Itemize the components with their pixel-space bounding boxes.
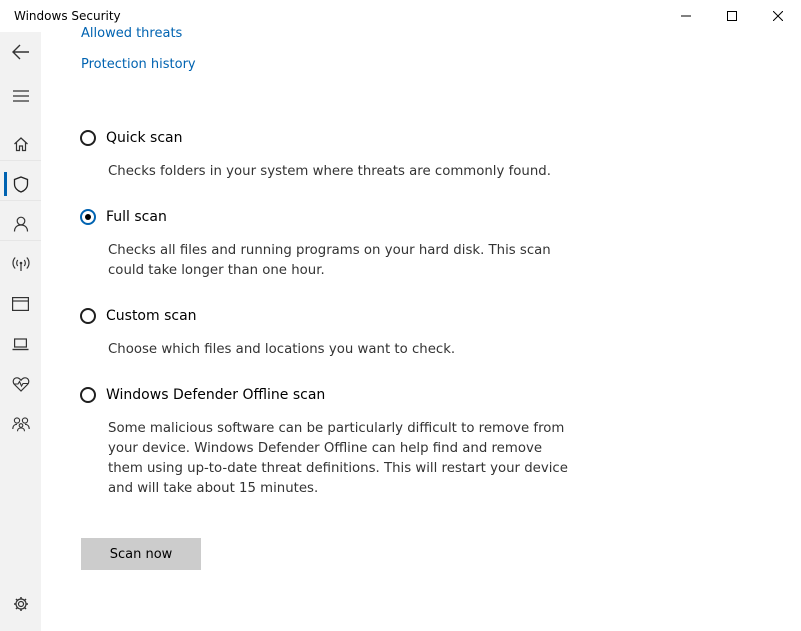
home-icon <box>13 137 28 152</box>
shield-icon <box>13 175 28 193</box>
custom-scan-radio[interactable]: Custom scan <box>80 308 197 324</box>
sidebar-separator <box>0 240 41 241</box>
offline-scan-description: Some malicious software can be particula… <box>108 421 568 496</box>
full-scan-label: Full scan <box>106 209 167 225</box>
sidebar-separator <box>0 200 41 201</box>
browser-window-icon <box>12 297 29 311</box>
radio-button-unchecked[interactable] <box>80 308 96 324</box>
minimize-icon <box>681 15 691 17</box>
radio-button-unchecked[interactable] <box>80 387 96 403</box>
close-icon <box>773 11 783 21</box>
offline-scan-label: Windows Defender Offline scan <box>106 387 326 403</box>
radio-button-unchecked[interactable] <box>80 130 96 146</box>
quick-scan-radio[interactable]: Quick scan <box>80 130 182 146</box>
sidebar-item-firewall-network[interactable] <box>0 246 41 282</box>
custom-scan-label: Custom scan <box>106 308 197 324</box>
quick-scan-description: Checks folders in your system where thre… <box>108 164 551 179</box>
back-arrow-icon <box>11 44 29 60</box>
custom-scan-description: Choose which files and locations you wan… <box>108 342 456 357</box>
offline-scan-radio[interactable]: Windows Defender Offline scan <box>80 387 325 403</box>
sidebar-item-account-protection[interactable] <box>0 206 41 242</box>
person-icon <box>13 216 28 232</box>
sidebar-separator <box>0 160 41 161</box>
sidebar-item-settings[interactable] <box>0 586 41 622</box>
sidebar-item-app-browser-control[interactable] <box>0 286 41 322</box>
gear-icon <box>13 597 28 611</box>
minimize-button[interactable] <box>663 0 709 32</box>
hamburger-icon <box>12 90 29 102</box>
back-button[interactable] <box>0 34 41 70</box>
sidebar-item-device-performance-health[interactable] <box>0 366 41 402</box>
maximize-button[interactable] <box>709 0 755 32</box>
sidebar-item-family-options[interactable] <box>0 406 41 442</box>
sidebar-item-device-security[interactable] <box>0 326 41 362</box>
allowed-threats-link[interactable]: Allowed threats <box>81 26 182 41</box>
quick-scan-label: Quick scan <box>106 130 183 146</box>
maximize-icon <box>727 11 737 21</box>
close-button[interactable] <box>755 0 801 32</box>
sidebar-item-virus-threat-protection[interactable] <box>0 166 41 202</box>
radio-button-checked[interactable] <box>80 209 96 225</box>
sidebar <box>0 32 41 631</box>
wireless-icon <box>11 257 30 271</box>
window-title: Windows Security <box>14 9 121 23</box>
menu-button[interactable] <box>0 78 41 114</box>
sidebar-item-home[interactable] <box>0 126 41 162</box>
laptop-icon <box>12 337 29 350</box>
family-icon <box>11 417 30 432</box>
full-scan-description: Checks all files and running programs on… <box>108 243 551 278</box>
scan-now-button[interactable]: Scan now <box>81 538 201 570</box>
heart-pulse-icon <box>12 377 29 392</box>
protection-history-link[interactable]: Protection history <box>81 57 196 72</box>
full-scan-radio[interactable]: Full scan <box>80 209 167 225</box>
